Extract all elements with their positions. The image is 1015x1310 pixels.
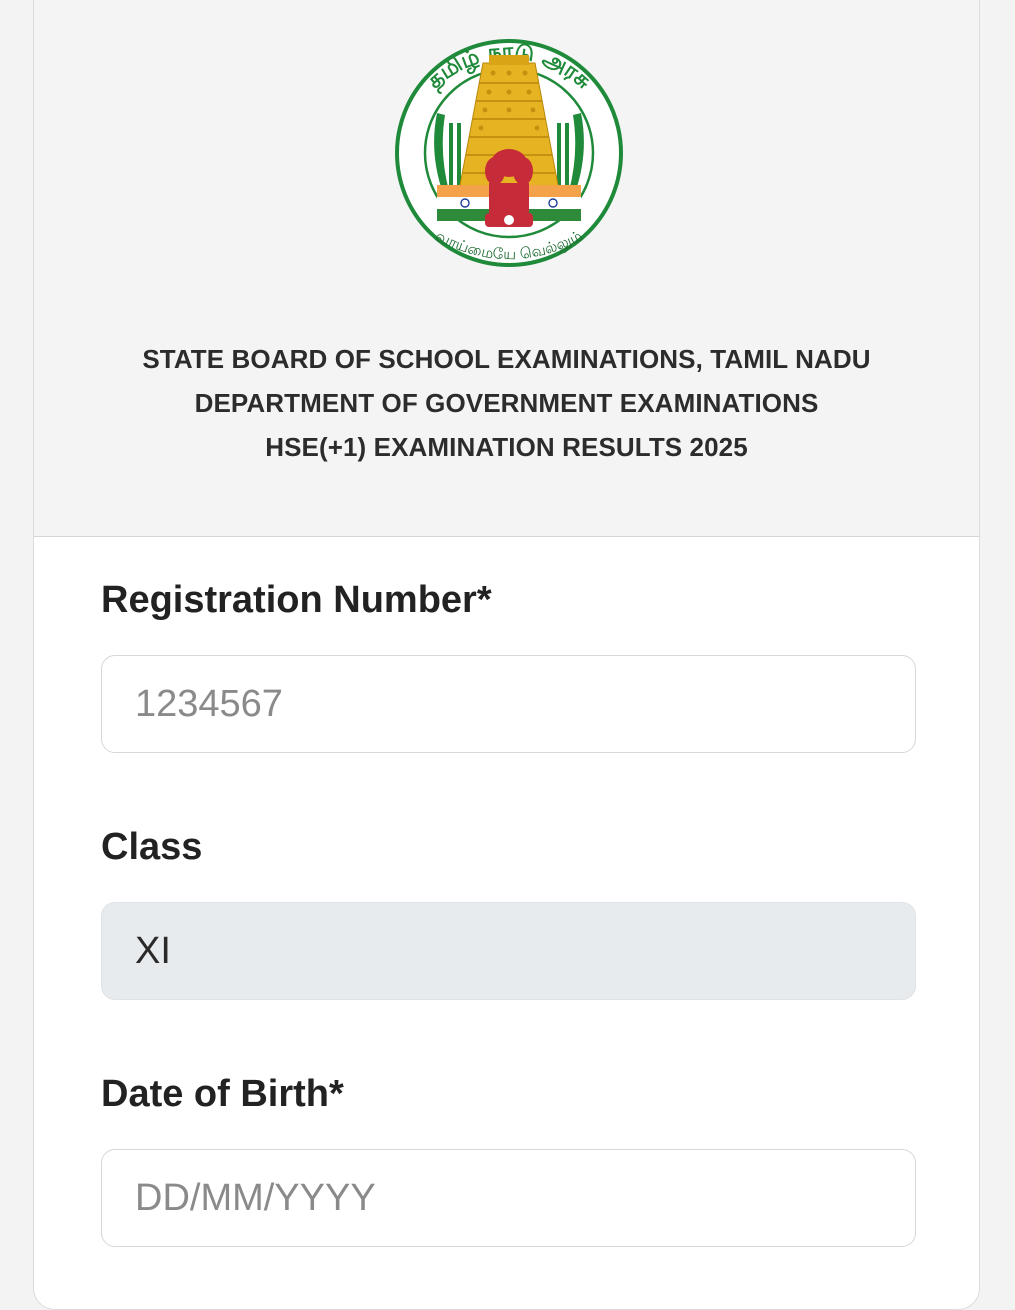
registration-number-label: Registration Number* — [101, 579, 492, 621]
results-card: தமிழ் நாடு அரசு வாய்மையே வெல்லும் STATE … — [33, 0, 980, 1310]
class-field — [101, 902, 916, 1000]
exam-results-title: HSE(+1) EXAMINATION RESULTS 2025 — [265, 432, 748, 462]
board-title: STATE BOARD OF SCHOOL EXAMINATIONS, TAMI… — [142, 344, 871, 374]
tamil-nadu-emblem: தமிழ் நாடு அரசு வாய்மையே வெல்லும் — [395, 39, 623, 267]
class-label: Class — [101, 826, 203, 868]
registration-number-input[interactable] — [101, 655, 916, 753]
date-of-birth-input[interactable] — [101, 1149, 916, 1247]
department-title: DEPARTMENT OF GOVERNMENT EXAMINATIONS — [194, 388, 819, 418]
date-of-birth-group: Date of Birth* — [101, 1071, 916, 1247]
registration-number-group: Registration Number* — [101, 577, 916, 753]
class-group: Class — [101, 824, 916, 1000]
page-title-block: STATE BOARD OF SCHOOL EXAMINATIONS, TAMI… — [34, 337, 979, 469]
card-header: தமிழ் நாடு அரசு வாய்மையே வெல்லும் STATE … — [34, 0, 979, 537]
date-of-birth-label: Date of Birth* — [101, 1073, 344, 1115]
